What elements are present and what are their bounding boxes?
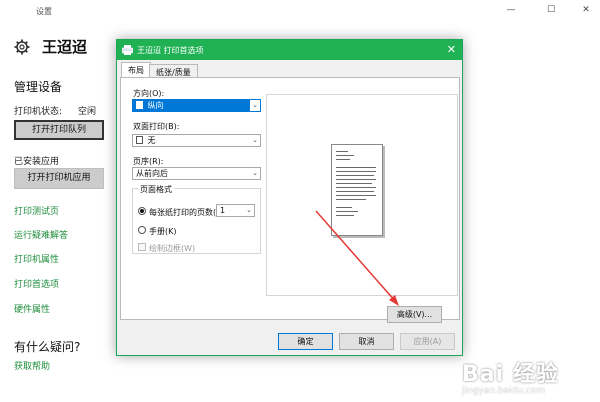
open-printer-app-button[interactable]: 打开打印机应用 [14,168,104,189]
maximize-button[interactable]: ☐ [545,4,557,16]
page-format-group-title: 页面格式 [138,184,174,195]
print-test-page-link[interactable]: 打印测试页 [14,204,59,217]
pages-per-sheet-value: 1 [220,206,226,215]
draw-borders-label: 绘制边框(W) [149,244,196,253]
watermark-url: jingyan.baidu.com [462,386,546,396]
duplex-label: 双面打印(B): [133,122,180,131]
booklet-label: 手册(K) [149,227,177,236]
duplex-value: 无 [147,136,156,145]
chevron-down-icon: ⌄ [252,136,258,144]
page-icon [136,136,143,144]
dialog-title: 王迢迢 打印首选项 [137,46,204,55]
printer-icon [122,45,133,55]
page-order-value: 从前向后 [136,169,168,178]
installed-apps-label: 已安装应用 [14,157,60,167]
get-help-link[interactable]: 获取帮助 [14,359,50,372]
page-preview-thumbnail [331,144,383,236]
hardware-properties-link[interactable]: 硬件属性 [14,302,50,315]
draw-borders-checkbox[interactable] [138,243,146,251]
settings-window-title: 设置 [36,7,52,16]
minimize-button[interactable]: — [505,4,517,16]
orientation-value: 纵向 [147,101,164,110]
settings-header: 王迢迢 [14,36,87,57]
page-order-label: 页序(R): [133,157,164,166]
dialog-titlebar: 王迢迢 打印首选项 ✕ [117,40,462,60]
booklet-radio[interactable] [138,226,146,234]
dialog-close-icon[interactable]: ✕ [447,43,456,56]
duplex-dropdown[interactable]: 无 ⌄ [132,134,261,147]
settings-titlebar: 设置 — ☐ ✕ [0,0,600,24]
advanced-button[interactable]: 高级(V)... [387,306,442,323]
printing-preferences-link[interactable]: 打印首选项 [14,277,59,290]
portrait-icon [136,101,143,109]
manage-device-heading: 管理设备 [14,80,63,94]
printer-status-value: 空闲 [78,107,97,117]
orientation-label: 方向(O): [133,89,165,98]
watermark-logo: Bai 经验 [462,362,559,387]
page-title: 王迢迢 [42,38,88,56]
printer-properties-link[interactable]: 打印机属性 [14,252,59,265]
cancel-button[interactable]: 取消 [339,333,394,350]
apply-button[interactable]: 应用(A) [400,333,455,350]
questions-heading: 有什么疑问? [14,340,81,354]
tab-layout[interactable]: 布局 [121,62,151,78]
gear-icon [14,39,30,54]
chevron-down-icon: ⌄ [252,169,258,177]
chevron-down-icon: ⌄ [250,100,260,111]
page-order-dropdown[interactable]: 从前向后 ⌄ [132,167,261,180]
pages-per-sheet-radio[interactable] [138,207,146,215]
pages-per-sheet-dropdown[interactable]: 1 ⌄ [216,204,255,217]
run-troubleshooter-link[interactable]: 运行疑难解答 [14,228,68,241]
pages-per-sheet-label: 每张纸打印的页数(S [149,208,222,217]
open-print-queue-button[interactable]: 打开打印队列 [14,120,104,140]
chevron-down-icon: ⌄ [246,206,252,214]
tab-paper-quality[interactable]: 纸张/质量 [149,64,198,78]
printer-status-label: 打印机状态: [14,107,63,117]
ok-button[interactable]: 确定 [278,333,333,350]
orientation-dropdown[interactable]: 纵向 ⌄ [132,99,261,112]
close-button[interactable]: ✕ [580,4,592,16]
